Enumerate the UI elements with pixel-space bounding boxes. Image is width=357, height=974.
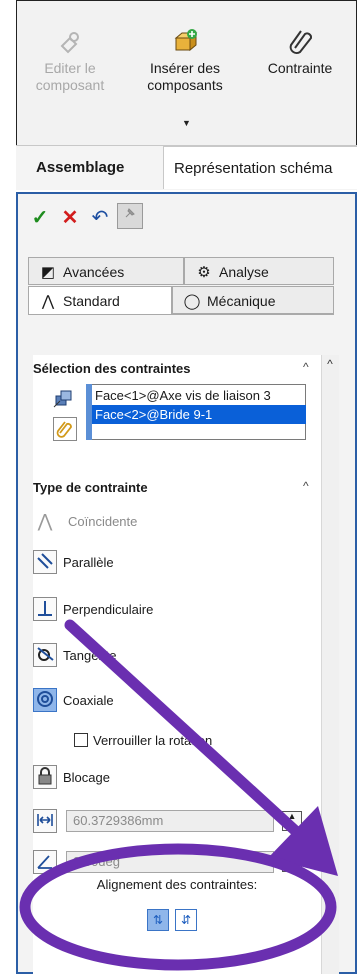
lock-padlock-icon[interactable]	[33, 765, 57, 789]
lock-rotation-checkbox[interactable]	[74, 733, 88, 747]
advanced-mates-icon: ◩	[40, 264, 56, 281]
tab-standard[interactable]: ⋀ Standard	[28, 286, 172, 314]
tab-schematic-representation[interactable]: Représentation schéma	[163, 146, 357, 189]
angle-field[interactable]: 0.00deg	[66, 851, 274, 873]
insert-components-dropdown-icon[interactable]: ▼	[182, 118, 191, 128]
ok-check-icon[interactable]: ✓	[28, 206, 52, 230]
mate-type-title: Type de contrainte	[33, 480, 148, 495]
angle-icon[interactable]	[33, 850, 57, 874]
mate-type-collapse-icon[interactable]: ^	[303, 479, 309, 493]
edit-component-label-1: Editer le	[44, 60, 96, 76]
distance-spinner[interactable]: ▲ ▼	[282, 811, 302, 831]
angle-spinner[interactable]: ▲ ▼	[282, 852, 302, 872]
coincident-label[interactable]: Coïncidente	[68, 514, 137, 529]
insert-components-label-1: Insérer des	[149, 60, 221, 76]
tab-mechanical-label: Mécanique	[207, 293, 276, 309]
edit-component-icon	[20, 28, 120, 60]
edit-component-button[interactable]: Editer le composant	[20, 28, 120, 94]
parallel-icon[interactable]	[33, 550, 57, 574]
insert-components-icon	[136, 26, 234, 60]
tangent-icon[interactable]	[33, 643, 57, 667]
tangent-label[interactable]: Tangente	[63, 648, 117, 663]
tab-assembly[interactable]: Assemblage	[26, 146, 163, 189]
lock-rotation-label[interactable]: Verrouiller la rotation	[93, 733, 212, 748]
panel-left-margin	[0, 190, 16, 974]
edit-component-label-2: composant	[35, 77, 105, 93]
mechanical-mates-icon: ◯	[183, 293, 201, 310]
distance-icon[interactable]	[33, 809, 57, 833]
selection-item-2[interactable]: Face<2>@Bride 9-1	[92, 405, 306, 424]
undo-icon[interactable]: ↶	[88, 206, 112, 230]
tab-analysis-label: Analyse	[219, 264, 269, 280]
standard-mates-icon: ⋀	[41, 293, 55, 310]
entity-select-icon[interactable]	[52, 388, 76, 410]
ribbon-tab-bar: Assemblage Représentation schéma	[16, 145, 357, 190]
tab-divider	[28, 314, 334, 315]
cancel-x-icon[interactable]: ✕	[58, 206, 82, 230]
perpendicular-label[interactable]: Perpendiculaire	[63, 602, 153, 617]
tab-standard-label: Standard	[63, 293, 120, 309]
tab-advanced-label: Avancées	[63, 264, 125, 280]
scroll-up-icon[interactable]: ^	[321, 355, 339, 373]
insert-components-label-2: composants	[147, 77, 223, 93]
tab-analysis[interactable]: ⚙ Analyse	[184, 257, 334, 285]
selection-item-1[interactable]: Face<1>@Axe vis de liaison 3	[92, 386, 306, 405]
paperclip-icon	[252, 26, 348, 60]
panel-scrollbar[interactable]	[321, 355, 339, 974]
ribbon-left-edge	[0, 0, 17, 189]
anti-aligned-icon[interactable]: ⇵	[175, 909, 197, 931]
lock-label[interactable]: Blocage	[63, 770, 110, 785]
mate-button[interactable]: Contrainte	[252, 26, 348, 77]
concentric-icon[interactable]	[33, 688, 57, 712]
distance-field[interactable]: 60.3729386mm	[66, 810, 274, 832]
coincident-icon[interactable]: ⋀	[33, 509, 57, 533]
aligned-icon[interactable]: ⇅	[147, 909, 169, 931]
mate-selections-collapse-icon[interactable]: ^	[303, 360, 309, 374]
perpendicular-icon[interactable]	[33, 597, 57, 621]
pin-icon[interactable]	[117, 203, 143, 229]
mate-label: Contrainte	[267, 60, 333, 76]
parallel-label[interactable]: Parallèle	[63, 555, 114, 570]
tab-advanced[interactable]: ◩ Avancées	[28, 257, 184, 285]
mate-selections-title: Sélection des contraintes	[33, 361, 191, 376]
concentric-label[interactable]: Coaxiale	[63, 693, 114, 708]
insert-components-button[interactable]: Insérer des composants	[136, 26, 234, 94]
mate-alignment-title: Alignement des contraintes:	[96, 877, 258, 892]
mate-paperclip-icon[interactable]	[53, 417, 77, 441]
tab-mechanical[interactable]: ◯ Mécanique	[172, 286, 334, 314]
analysis-gear-icon: ⚙	[197, 264, 211, 281]
